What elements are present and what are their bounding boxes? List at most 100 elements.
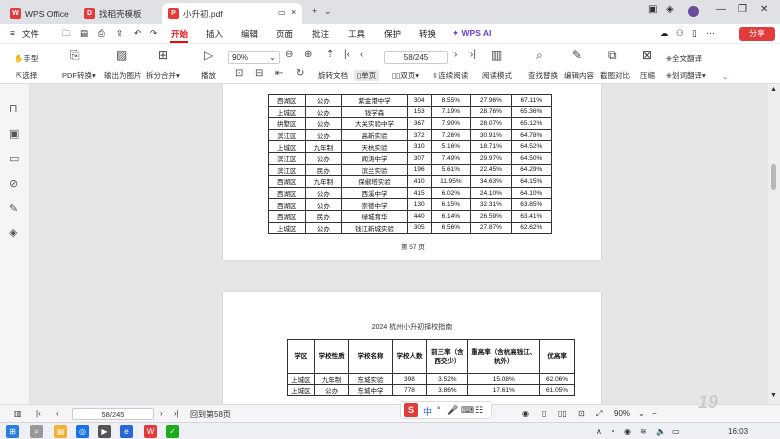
- minimize-icon[interactable]: —: [716, 4, 726, 15]
- prev-page-icon[interactable]: ‹: [360, 49, 363, 60]
- status-zoom-value[interactable]: 90%: [614, 409, 630, 418]
- wps-taskbar-icon[interactable]: W: [144, 425, 157, 438]
- rotate-icon[interactable]: ↻: [296, 68, 304, 79]
- last-page-icon[interactable]: ›|: [174, 409, 179, 418]
- play-button[interactable]: 播放: [201, 70, 216, 81]
- word-translate-button[interactable]: ⎈划词翻译▾: [666, 70, 706, 81]
- windows-start-icon[interactable]: ⊞: [6, 425, 19, 438]
- ime-punct-icon[interactable]: °: [437, 405, 441, 415]
- thumbnail-icon[interactable]: ▣: [9, 127, 19, 140]
- edit-content-button[interactable]: 编辑内容: [564, 70, 594, 81]
- first-page-arrow-icon[interactable]: |‹: [344, 49, 350, 60]
- tray-expand-icon[interactable]: ∧: [596, 427, 602, 436]
- pdf-convert-button[interactable]: PDF转换▾: [62, 70, 96, 81]
- browser-icon[interactable]: ◎: [76, 425, 89, 438]
- select-tool-button[interactable]: ⇱选择: [16, 70, 37, 81]
- menu-protect[interactable]: 保护: [384, 28, 401, 40]
- tab-wps-office[interactable]: W WPS Office: [4, 3, 76, 24]
- scroll-down-icon[interactable]: ▼: [770, 392, 777, 399]
- volume-icon[interactable]: 🔈: [656, 427, 666, 436]
- eye-icon[interactable]: ◉: [522, 409, 529, 418]
- layout-icon[interactable]: ▣: [648, 4, 657, 15]
- redo-icon[interactable]: ↷: [150, 28, 157, 39]
- clock-time[interactable]: 16:03: [728, 427, 748, 436]
- tab-pdf-document[interactable]: P 小升初.pdf ▭ ×: [162, 3, 302, 24]
- network-icon[interactable]: ◔: [610, 427, 615, 436]
- ime-mic-icon[interactable]: 🎤: [447, 405, 458, 416]
- ime-keyboard-icon[interactable]: ⌨: [461, 405, 474, 416]
- fullscreen-icon[interactable]: ⤢: [596, 409, 602, 419]
- restore-icon[interactable]: ❐: [738, 4, 747, 15]
- chevron-down-icon[interactable]: ⌄: [638, 409, 645, 418]
- zoom-in-icon[interactable]: ⊕: [304, 49, 312, 60]
- scrollbar-thumb[interactable]: [771, 164, 776, 190]
- split-merge-button[interactable]: 拆分合并▾: [146, 70, 180, 81]
- menu-start[interactable]: 开始: [171, 28, 188, 40]
- scroll-up-icon[interactable]: ▲: [770, 86, 777, 93]
- full-translate-button[interactable]: ⎈全文翻译: [666, 53, 702, 64]
- compress-button[interactable]: 压缩: [640, 70, 655, 81]
- menu-edit[interactable]: 编辑: [241, 28, 258, 40]
- edge-icon[interactable]: e: [120, 425, 133, 438]
- menu-insert[interactable]: 插入: [206, 28, 223, 40]
- sogou-ime-icon[interactable]: S: [404, 403, 418, 417]
- cloud-icon[interactable]: ☁: [660, 28, 669, 39]
- page-number-input[interactable]: 58/245: [384, 51, 448, 64]
- chevron-icon[interactable]: ⌄: [722, 72, 728, 81]
- export-icon[interactable]: ⇪: [116, 28, 123, 39]
- comment-icon[interactable]: ▭: [9, 152, 19, 165]
- fit-width-icon[interactable]: ⊟: [255, 68, 263, 79]
- menu-wps-ai[interactable]: ✦ WPS AI: [452, 28, 491, 39]
- close-window-icon[interactable]: ✕: [760, 4, 768, 15]
- print-icon[interactable]: ⎙: [98, 28, 105, 39]
- share-button[interactable]: 分享: [739, 27, 775, 41]
- vertical-scrollbar[interactable]: ▲ ▼: [768, 84, 780, 404]
- menu-page[interactable]: 页面: [276, 28, 293, 40]
- export-image-button[interactable]: 输出为图片: [104, 70, 142, 81]
- document-canvas[interactable]: 西湖区 公办 紫金港中学 304 8.55% 27.96% 67.11% 上城区 公办 钱学森 15…: [30, 84, 768, 404]
- next-page-icon[interactable]: ›: [160, 409, 163, 418]
- chevron-down-icon[interactable]: ⌄: [324, 6, 332, 17]
- signature-icon[interactable]: ✎: [9, 202, 18, 215]
- new-tab-icon[interactable]: +: [312, 6, 317, 16]
- read-mode-button[interactable]: 阅读模式: [482, 70, 512, 81]
- menu-file[interactable]: 文件: [22, 28, 39, 40]
- single-page-button[interactable]: ▯单页: [354, 70, 380, 81]
- status-page-input[interactable]: 58/245: [72, 408, 154, 420]
- find-replace-button[interactable]: 查找替换: [528, 70, 558, 81]
- next-page-icon[interactable]: ›: [454, 49, 457, 60]
- first-page-icon[interactable]: |‹: [36, 409, 41, 418]
- wechat-icon[interactable]: ✓: [166, 425, 179, 438]
- page-up-icon[interactable]: ⇡: [326, 49, 334, 60]
- layers-icon[interactable]: ◈: [9, 226, 17, 239]
- menu-convert[interactable]: 转换: [419, 28, 436, 40]
- folder-icon[interactable]: 🗀: [62, 28, 71, 42]
- save-icon[interactable]: ▤: [80, 28, 88, 39]
- hand-tool-button[interactable]: ✋手型: [14, 53, 38, 64]
- attachment-icon[interactable]: ⊘: [9, 177, 18, 190]
- battery-icon[interactable]: ▭: [672, 427, 680, 436]
- cube-icon[interactable]: ◈: [666, 4, 674, 15]
- zoom-out-icon[interactable]: −: [652, 409, 657, 418]
- screenshot-compare-button[interactable]: 截图对比: [600, 70, 630, 81]
- zoom-out-icon[interactable]: ⊖: [285, 49, 293, 60]
- prev-page-icon[interactable]: ‹: [56, 409, 59, 418]
- user-icon[interactable]: ⚇: [676, 28, 684, 39]
- menu-comment[interactable]: 批注: [312, 28, 329, 40]
- fit-icon[interactable]: ⊡: [578, 409, 585, 418]
- bookmark-icon[interactable]: ⊓: [9, 102, 18, 115]
- undo-icon[interactable]: ↶: [134, 28, 141, 39]
- tab-docer-templates[interactable]: D 找稻壳模板: [78, 3, 160, 24]
- search-icon[interactable]: ⌕: [30, 425, 43, 438]
- wifi-icon[interactable]: ≋: [640, 427, 647, 436]
- phone-icon[interactable]: ▯: [692, 28, 697, 39]
- avatar[interactable]: [688, 6, 699, 17]
- first-page-icon[interactable]: ⇤: [275, 68, 283, 79]
- double-page-button[interactable]: ▯▯双页▾: [392, 70, 419, 81]
- zoom-select[interactable]: 90% ⌄: [228, 51, 280, 64]
- continuous-read-button[interactable]: ⇳连续阅读: [432, 70, 468, 81]
- media-player-icon[interactable]: ▶: [98, 425, 111, 438]
- menu-tools[interactable]: 工具: [348, 28, 365, 40]
- ime-language[interactable]: 中: [423, 405, 432, 418]
- file-explorer-icon[interactable]: ▤: [54, 425, 67, 438]
